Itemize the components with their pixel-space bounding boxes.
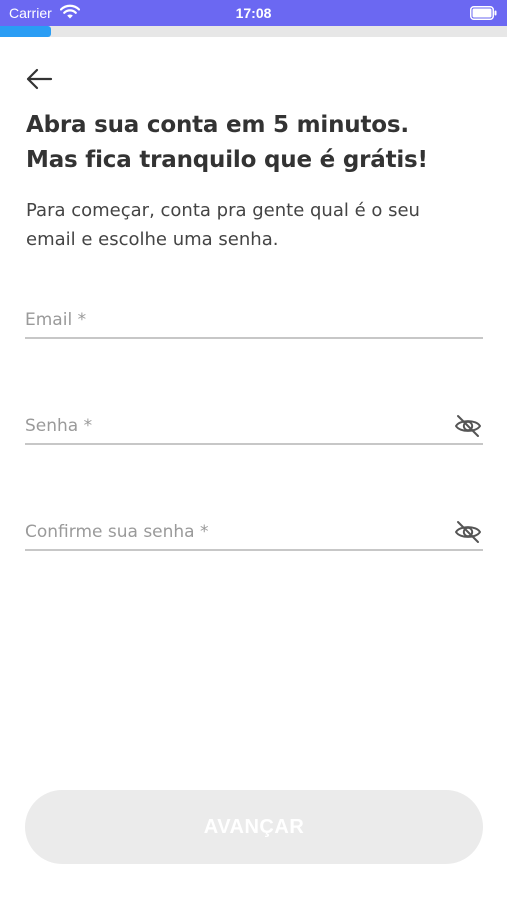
battery-icon	[470, 6, 497, 20]
password-visibility-toggle[interactable]	[453, 411, 483, 441]
password-field[interactable]	[25, 409, 445, 443]
progress-bar	[0, 26, 507, 37]
page-title-line-1: Abra sua conta em 5 minutos.	[26, 112, 409, 138]
email-field[interactable]	[25, 303, 445, 337]
page-subtitle-line-2: email e escolhe uma senha.	[26, 229, 279, 250]
advance-button[interactable]: AVANÇAR	[25, 790, 483, 864]
progress-fill	[0, 26, 51, 37]
eye-off-icon	[455, 521, 481, 543]
confirm-password-visibility-toggle[interactable]	[453, 517, 483, 547]
email-field-container	[25, 303, 483, 339]
back-button[interactable]	[22, 62, 56, 96]
password-field-container	[25, 409, 483, 445]
status-time: 17:08	[235, 5, 272, 21]
eye-off-icon	[455, 415, 481, 437]
confirm-password-field-container	[25, 515, 483, 551]
page-subtitle: Para começar, conta pra gente qual é o s…	[26, 196, 486, 254]
page-subtitle-line-1: Para começar, conta pra gente qual é o s…	[26, 200, 420, 221]
confirm-password-field[interactable]	[25, 515, 445, 549]
arrow-left-icon	[26, 68, 53, 90]
page-title: Abra sua conta em 5 minutos. Mas fica tr…	[26, 108, 486, 178]
status-bar: Carrier 17:08	[0, 0, 507, 26]
page-title-line-2: Mas fica tranquilo que é grátis!	[26, 147, 428, 173]
